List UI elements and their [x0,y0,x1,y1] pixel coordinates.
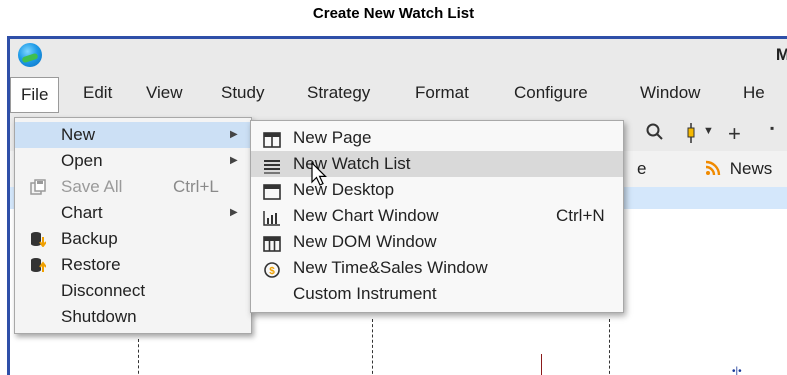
file-menu-new[interactable]: New ▶ [15,122,251,148]
backup-icon [30,231,47,248]
bar-chart-icon [263,208,281,226]
submenu-label: New Time&Sales Window [293,258,488,277]
submenu-new-page[interactable]: New Page [251,125,623,151]
submenu-arrow-icon: ▶ [230,129,238,140]
chart-marker: •|• [732,366,742,375]
rss-icon [705,159,726,178]
grid-line [138,339,139,375]
file-menu-shutdown[interactable]: Shutdown [15,304,251,330]
file-menu-open[interactable]: Open ▶ [15,148,251,174]
more-icon[interactable]: ▪ [770,121,774,135]
menu-file[interactable]: File [10,77,60,113]
new-submenu: New Page New Watch List New Desktop New … [250,120,624,313]
shortcut-label: Ctrl+L [173,177,219,196]
file-menu-label: New [61,125,96,144]
mouse-cursor-icon [311,161,329,188]
news-button[interactable]: News [705,159,772,179]
submenu-new-watch-list[interactable]: New Watch List [251,151,623,177]
submenu-new-dom-window[interactable]: New DOM Window [251,229,623,255]
file-menu-chart[interactable]: Chart ▶ [15,200,251,226]
desktop-icon [263,182,281,200]
file-menu-restore[interactable]: Restore [15,252,251,278]
submenu-arrow-icon: ▶ [230,207,238,218]
dom-icon [263,234,281,252]
file-menu-save-all[interactable]: Save All Ctrl+L [15,174,251,200]
dropdown-icon[interactable]: ▼ [703,125,714,137]
zoom-icon[interactable] [646,123,664,146]
file-menu-label: Open [61,151,103,170]
svg-text:$: $ [269,266,275,277]
menu-format[interactable]: Format [415,81,469,107]
file-menu-backup[interactable]: Backup [15,226,251,252]
save-all-icon [30,179,46,195]
submenu-label: New Chart Window [293,206,439,225]
candle-icon[interactable] [686,123,696,148]
file-menu-disconnect[interactable]: Disconnect [15,278,251,304]
shortcut-label: Ctrl+N [556,206,605,225]
menu-view[interactable]: View [146,81,183,107]
submenu-custom-instrument[interactable]: Custom Instrument [251,281,623,307]
file-menu-label: Chart [61,203,103,222]
submenu-new-chart-window[interactable]: New Chart Window Ctrl+N [251,203,623,229]
list-icon [263,156,281,174]
menu-window[interactable]: Window [640,81,700,107]
menu-bar: File Edit View Study Strategy Format Con… [10,71,787,117]
menu-strategy[interactable]: Strategy [307,81,370,107]
clock-dollar-icon: $ [263,260,281,278]
file-menu-label: Save All [61,177,123,196]
submenu-label: New DOM Window [293,232,437,251]
menu-edit[interactable]: Edit [83,81,112,107]
submenu-new-desktop[interactable]: New Desktop [251,177,623,203]
file-menu-label: Restore [61,255,121,274]
grid-line [609,319,610,375]
restore-icon [30,257,47,273]
menu-configure[interactable]: Configure [514,81,588,107]
submenu-arrow-icon: ▶ [230,155,238,166]
page-caption: Create New Watch List [312,5,475,22]
submenu-new-time-sales-window[interactable]: $ New Time&Sales Window [251,255,623,281]
app-logo-icon [18,43,42,67]
window-title: M [776,45,787,65]
title-bar: M [10,39,787,71]
plus-icon[interactable]: + [728,121,741,147]
submenu-label: New Page [293,128,372,147]
news-label: News [729,159,773,178]
grid-line [372,319,373,375]
toolbar-fragment: e [637,159,647,178]
submenu-label: Custom Instrument [293,284,437,303]
file-menu-label: Shutdown [61,307,137,326]
submenu-label: New Desktop [293,180,395,199]
file-menu-label: Disconnect [61,281,146,300]
menu-study[interactable]: Study [221,81,264,107]
menu-help[interactable]: He [743,81,765,107]
file-menu: New ▶ Open ▶ Save All Ctrl+L Chart ▶ Bac… [14,117,252,334]
file-menu-label: Backup [61,229,118,248]
page-icon [263,130,281,148]
